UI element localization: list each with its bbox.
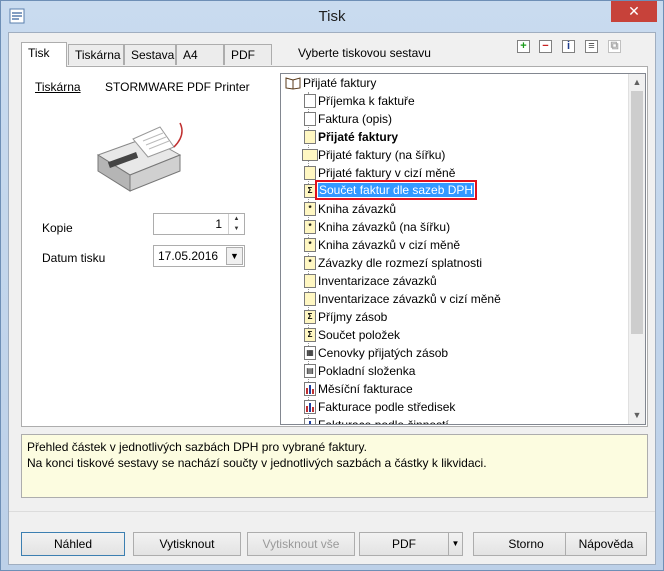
tree-scrollbar[interactable]: ▲ ▼ [628, 74, 645, 424]
print-date-value: 17.05.2016 [158, 249, 219, 263]
page-icon [304, 112, 316, 126]
tree-item-label: Příjemka k faktuře [318, 94, 415, 108]
book-icon: * [304, 220, 316, 234]
chevron-down-icon[interactable]: ▼ [448, 533, 462, 555]
copies-stepper[interactable]: 1 ▲ ▼ [153, 213, 245, 235]
tree-item-label: Kniha závazků [318, 202, 397, 216]
cancel-button[interactable]: Storno [473, 532, 579, 556]
bar-chart-icon [304, 418, 316, 424]
tree-item-label: Přijaté faktury [318, 130, 399, 144]
tab-pdf[interactable]: PDF [224, 44, 272, 65]
tab-sestava[interactable]: Sestava [124, 44, 176, 65]
book-icon: * [304, 238, 316, 252]
copy-icon: ⧉ [608, 40, 621, 53]
tab-panel: Tiskárna STORMWARE PDF Printer Kopie 1 ▲… [21, 66, 648, 427]
receipt-icon: ▤ [304, 364, 316, 378]
tree-item-label: Přijaté faktury (na šířku) [318, 148, 446, 162]
help-button[interactable]: Nápověda [565, 532, 647, 556]
print-button[interactable]: Vytisknout [133, 532, 241, 556]
book-icon: * [304, 202, 316, 216]
tab-a4[interactable]: A4 [176, 44, 224, 65]
spin-down-icon[interactable]: ▼ [229, 224, 244, 234]
scroll-down-icon[interactable]: ▼ [629, 407, 645, 424]
yellow-page-icon [304, 292, 316, 306]
tree-item-label: Měsíční fakturace [318, 382, 413, 396]
tree-item-label: Součet faktur dle sazeb DPH [314, 180, 478, 200]
yellow-page-icon [304, 130, 316, 144]
tree-item-label: Inventarizace závazků v cizí měně [318, 292, 501, 306]
tree-item-label: Faktura (opis) [318, 112, 393, 126]
properties-icon[interactable]: ≡ [585, 40, 598, 53]
yellow-page-icon [304, 166, 316, 180]
bar-chart-icon [304, 382, 316, 396]
book-icon: * [304, 256, 316, 270]
printer-name: STORMWARE PDF Printer [105, 80, 250, 94]
window-title: Tisk [318, 8, 346, 25]
tree-item-label: Příjmy zásob [318, 310, 388, 324]
preview-button[interactable]: Náhled [21, 532, 125, 556]
remove-icon[interactable]: − [539, 40, 552, 53]
description-line: Přehled částek v jednotlivých sazbách DP… [27, 440, 367, 454]
tree-item-label: Závazky dle rozmezí splatnosti [318, 256, 483, 270]
sum-icon: Σ [304, 328, 316, 342]
bar-chart-icon [304, 400, 316, 414]
print-all-button: Vytisknout vše [247, 532, 355, 556]
spin-up-icon[interactable]: ▲ [229, 214, 244, 224]
report-tree[interactable]: Přijaté faktury Příjemka k faktuře Faktur… [280, 73, 646, 425]
tree-item-label: Kniha závazků v cizí měně [318, 238, 461, 252]
button-separator [9, 511, 655, 512]
title-bar[interactable]: Tisk ✕ [1, 1, 663, 31]
print-date-label: Datum tisku [42, 251, 106, 265]
grid-icon: ▦ [304, 346, 316, 360]
tab-tisk[interactable]: Tisk [21, 42, 67, 67]
select-report-hint: Vyberte tiskovou sestavu [298, 46, 431, 60]
scroll-thumb[interactable] [631, 91, 643, 334]
sum-icon: Σ [304, 184, 316, 198]
tree-item-label: Fakturace podle činností [318, 418, 449, 425]
report-description: Přehled částek v jednotlivých sazbách DP… [21, 434, 648, 498]
add-icon[interactable]: + [517, 40, 530, 53]
printer-icon [96, 122, 183, 192]
copies-label: Kopie [42, 221, 73, 235]
book-open-icon [285, 77, 301, 90]
scroll-up-icon[interactable]: ▲ [629, 74, 645, 91]
tree-item-label: Cenovky přijatých zásob [318, 346, 449, 360]
tree-item-label: Přijaté faktury v cizí měně [318, 166, 456, 180]
print-dialog-window: Tisk ✕ Tisk Tiskárna Sestava A4 PDF Vybe… [0, 0, 664, 571]
tree-item-label: Inventarizace závazků [318, 274, 437, 288]
sum-icon: Σ [304, 310, 316, 324]
tree-item-label: Součet položek [318, 328, 401, 342]
tree-item-label: Fakturace podle středisek [318, 400, 456, 414]
description-line: Na konci tiskové sestavy se nachází souč… [27, 456, 487, 470]
print-date-field[interactable]: 17.05.2016 ▼ [153, 245, 245, 267]
copies-value: 1 [215, 217, 222, 231]
tree-item-label: Pokladní složenka [318, 364, 416, 378]
printer-link[interactable]: Tiskárna [35, 80, 81, 94]
yellow-page-icon [304, 274, 316, 288]
pdf-split-button[interactable]: PDF ▼ [359, 532, 463, 556]
page-icon [304, 94, 316, 108]
close-button[interactable]: ✕ [611, 1, 657, 22]
pdf-button-label[interactable]: PDF [360, 533, 448, 555]
chevron-down-icon[interactable]: ▼ [226, 247, 243, 265]
tree-root-label: Přijaté faktury [303, 76, 377, 90]
landscape-page-icon [302, 149, 318, 161]
tab-tiskarna[interactable]: Tiskárna [68, 44, 124, 65]
info-icon[interactable]: i [562, 40, 575, 53]
tree-item-label: Kniha závazků (na šířku) [318, 220, 451, 234]
dialog-client-area: Tisk Tiskárna Sestava A4 PDF Vyberte tis… [8, 32, 656, 565]
